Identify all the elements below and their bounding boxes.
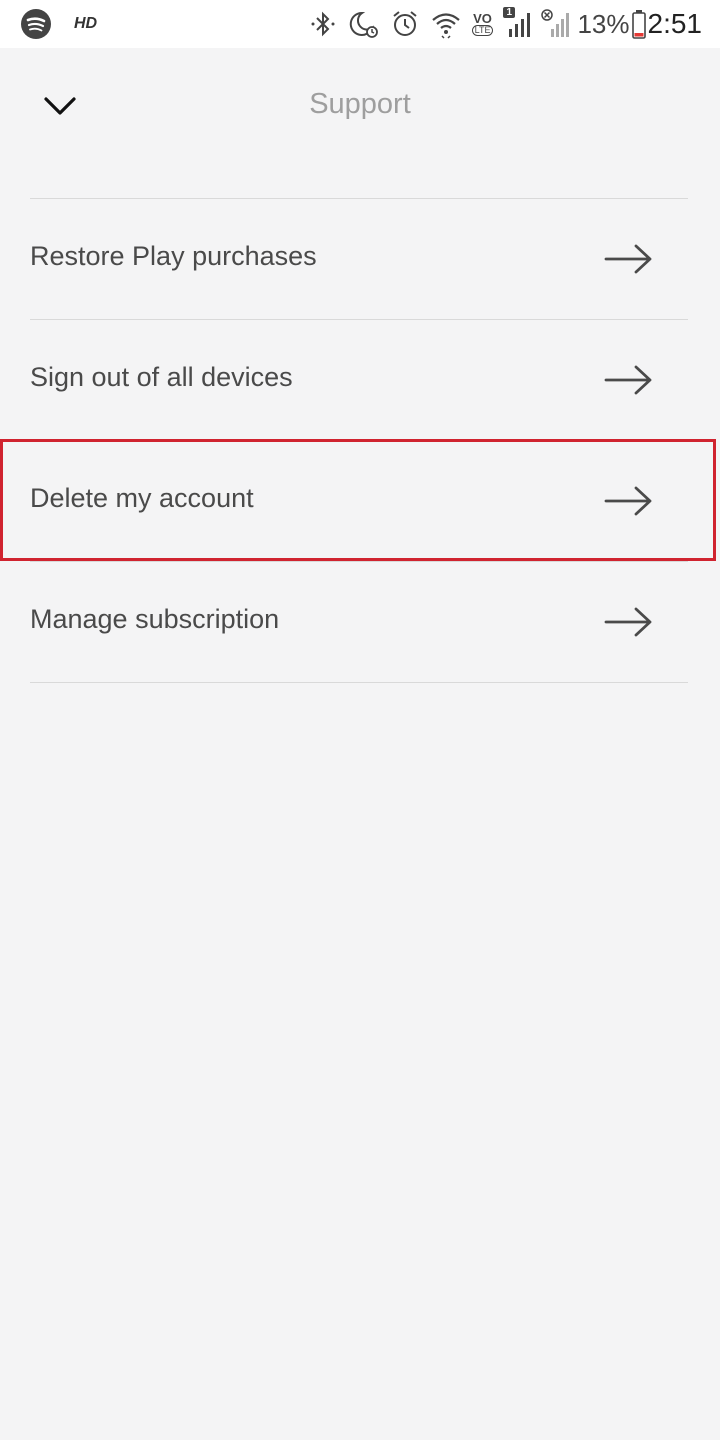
- page-title: Support: [309, 88, 411, 120]
- delete-my-account-item[interactable]: Delete my account: [30, 440, 688, 561]
- volte-icon: VO LTE: [471, 11, 494, 36]
- volte-label: VO: [473, 11, 492, 26]
- do-not-disturb-icon: [348, 8, 380, 40]
- status-bar-left: HD: [20, 8, 97, 40]
- sign-out-all-devices-item[interactable]: Sign out of all devices: [30, 319, 688, 440]
- arrow-right-icon: [604, 483, 654, 519]
- status-time: 2:51: [647, 8, 703, 39]
- menu-item-label: Restore Play purchases: [30, 241, 317, 271]
- wifi-icon: [430, 9, 462, 39]
- arrow-right-icon: [604, 241, 654, 277]
- bluetooth-icon: [308, 9, 338, 39]
- signal-no-sim-icon: [541, 9, 571, 39]
- menu-item-label: Sign out of all devices: [30, 362, 293, 392]
- menu-item-label: Delete my account: [30, 483, 254, 513]
- restore-play-purchases-item[interactable]: Restore Play purchases: [30, 198, 688, 319]
- status-bar: HD VO LTE 1 13% 2:51: [0, 0, 720, 48]
- lte-label: LTE: [471, 25, 494, 36]
- support-menu: Restore Play purchases Sign out of all d…: [30, 198, 688, 683]
- hd-label: HD: [74, 15, 98, 32]
- signal-icon: 1: [503, 7, 531, 39]
- menu-item-label: Manage subscription: [30, 604, 280, 634]
- sim-badge: 1: [503, 7, 516, 18]
- alarm-icon: [390, 9, 420, 39]
- page-header: Support: [0, 48, 720, 168]
- status-bar-right: VO LTE 1 13% 2:51: [298, 4, 702, 44]
- battery-icon: [631, 9, 646, 39]
- arrow-right-icon: [604, 362, 654, 398]
- battery-percent: 13%: [577, 8, 630, 39]
- arrow-right-icon: [604, 604, 654, 640]
- manage-subscription-item[interactable]: Manage subscription: [30, 561, 688, 683]
- spotify-icon: [20, 8, 52, 40]
